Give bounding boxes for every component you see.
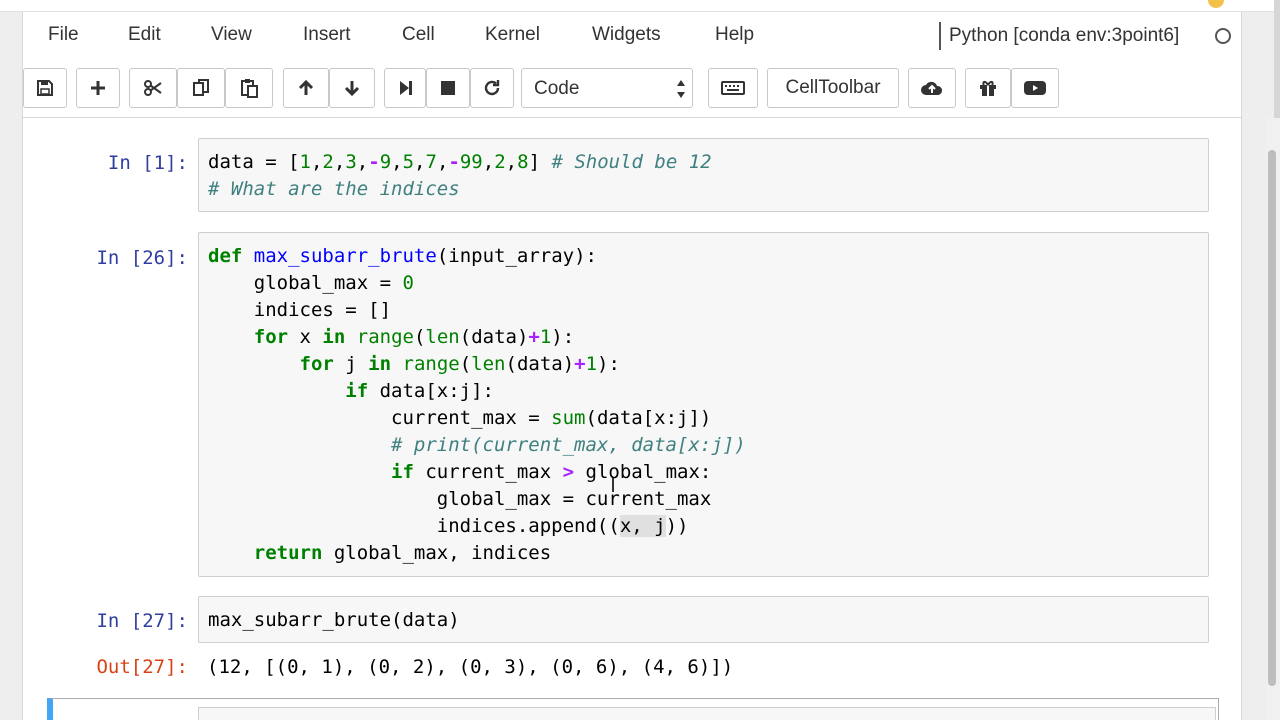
cut-icon [144,80,162,96]
browser-top-strip [0,0,1280,12]
empty-cell-input[interactable] [198,707,1216,720]
menu-edit[interactable]: Edit [128,24,161,46]
code-line: for j in range(len(data)+1): [299,353,620,375]
menu-file[interactable]: File [48,24,79,46]
arrow-up-icon [298,79,314,95]
kernel-idle-icon [1215,28,1231,44]
code-line: current_max = sum(data[x:j]) [208,407,712,429]
selected-empty-cell[interactable] [47,698,1219,720]
step-forward-icon [400,81,412,95]
restart-icon [484,80,500,96]
kernel-separator [939,22,941,50]
youtube-button[interactable] [1011,68,1059,108]
cut-button[interactable] [129,68,177,108]
kernel-name: Python [conda env:3point6] [949,25,1180,46]
code-content: def max_subarr_brute(input_array): globa… [199,233,1208,577]
code-line: # What are the indices [208,178,460,200]
interrupt-button[interactable] [426,68,470,108]
run-button[interactable] [384,68,426,108]
keyboard-icon [721,81,745,95]
input-prompt: In [26]: [96,247,188,269]
code-line: indices = [] [208,299,392,321]
cell-type-value: Code [534,78,580,99]
plus-icon [91,81,105,95]
code-line: for x in range(len(data)+1): [253,326,575,348]
paste-icon [241,79,258,98]
celltoolbar-label: CellToolbar [785,77,881,98]
code-cell-input[interactable]: max_subarr_brute(data) [198,596,1209,643]
stop-icon [441,81,455,95]
code-content: max_subarr_brute(data) [208,609,460,631]
move-down-button[interactable] [329,68,375,108]
output-prompt: Out[27]: [96,656,188,678]
cell-output: (12, [(0, 1), (0, 2), (0, 3), (0, 6), (4… [207,656,734,678]
menu-kernel[interactable]: Kernel [485,24,540,46]
notebook-header: File Edit View Insert Cell Kernel Widget… [22,12,1242,118]
code-line: if current_max > global_max: [391,461,712,483]
code-cell-input[interactable]: data = [1,2,3,-9,5,7,-99,2,8] # Should b… [198,138,1209,212]
window-edge [1274,0,1280,118]
input-prompt: In [27]: [96,610,188,632]
arrow-down-icon [344,81,360,97]
menu-help[interactable]: Help [715,24,754,46]
move-up-button[interactable] [283,68,329,108]
save-icon [37,80,53,96]
status-dot-icon [1208,0,1224,8]
menu-widgets[interactable]: Widgets [592,24,661,46]
menu-insert[interactable]: Insert [303,24,351,46]
save-button[interactable] [23,68,67,108]
youtube-icon [1024,81,1046,95]
gift-button[interactable] [965,68,1011,108]
select-arrows-icon [677,80,685,98]
code-line: return global_max, indices [253,542,552,564]
menu-cell[interactable]: Cell [402,24,435,46]
code-cell-input[interactable]: def max_subarr_brute(input_array): globa… [198,232,1209,577]
copy-button[interactable] [177,68,225,108]
paste-button[interactable] [225,68,273,108]
code-line: global_max = 0 [208,272,414,294]
gift-icon [980,81,996,96]
text-cursor-icon [612,478,614,492]
toolbar: Code CellToolbar [23,68,1241,108]
publish-button[interactable] [908,68,956,108]
restart-button[interactable] [470,68,514,108]
cloud-upload-icon [921,81,943,95]
notebook-container: In [1]: data = [1,2,3,-9,5,7,-99,2,8] # … [22,118,1242,720]
copy-icon [193,79,209,96]
menu-view[interactable]: View [211,24,252,46]
menubar: File Edit View Insert Cell Kernel Widget… [23,12,1241,60]
code-content: data = [1,2,3,-9,5,7,-99,2,8] # Should b… [199,139,1208,213]
code-line: indices.append((x, j)) [208,515,689,537]
code-line: data = [1,2,3,-9,5,7,-99,2,8] # Should b… [208,151,712,173]
code-line: def max_subarr_brute(input_array): [208,245,597,267]
cell-type-select[interactable]: Code [521,68,693,108]
celltoolbar-button[interactable]: CellToolbar [767,68,899,108]
input-prompt: In [1]: [107,152,188,174]
code-line: if data[x:j]: [345,380,495,402]
command-palette-button[interactable] [708,68,758,108]
code-line: # print(current_max, data[x:j]) [208,434,746,456]
code-line: global_max = current_max [208,488,712,510]
insert-cell-button[interactable] [76,68,120,108]
scrollbar-thumb[interactable] [1268,150,1276,686]
